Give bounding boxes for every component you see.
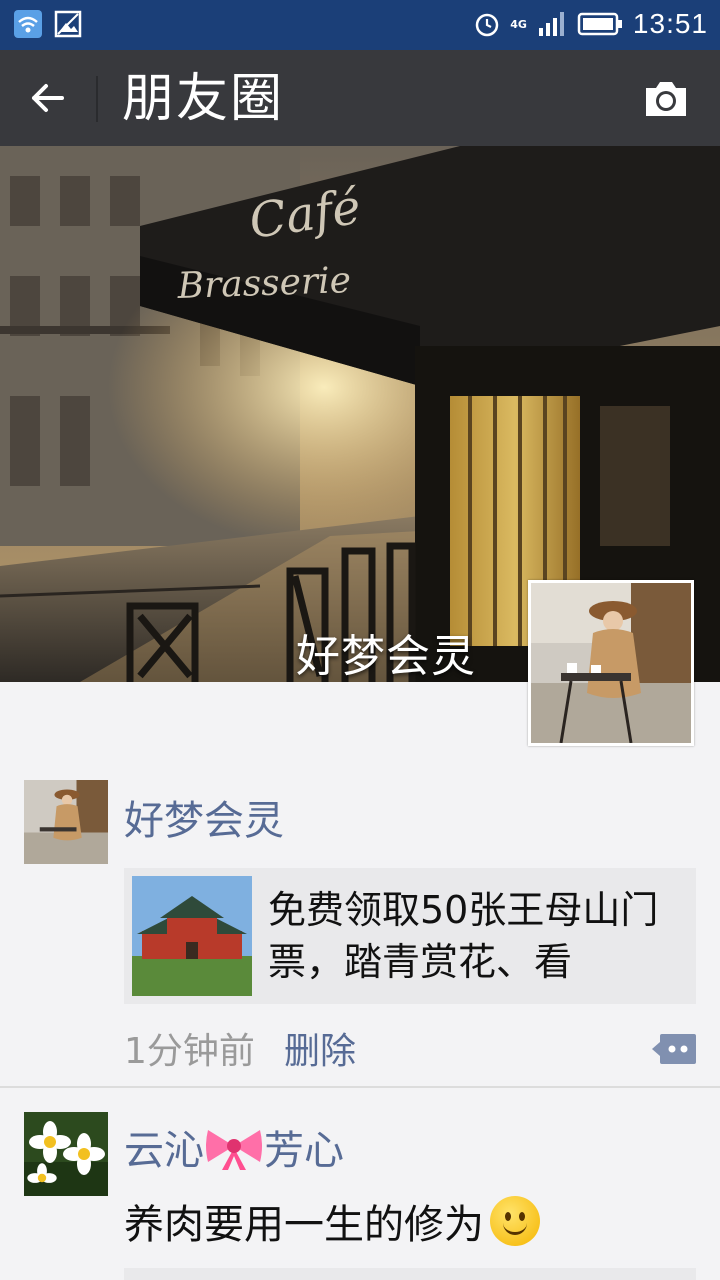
battery-icon <box>577 12 622 36</box>
avatar-image <box>24 1112 108 1196</box>
post-avatar[interactable] <box>24 1112 108 1196</box>
post-divider <box>0 1086 720 1088</box>
wifi-icon <box>14 10 42 38</box>
alarm-icon <box>475 13 499 37</box>
author-name-part2: 芳心 <box>264 1128 344 1174</box>
camera-icon <box>646 82 686 116</box>
author-name-part1: 云沁 <box>124 1128 204 1174</box>
post-time: 1分钟前 <box>124 1031 255 1072</box>
ribbon-emoji-icon <box>206 1130 262 1170</box>
delete-link[interactable]: 删除 <box>284 1022 356 1074</box>
status-bar: 4G 13:51 <box>0 0 720 50</box>
avatar-image <box>24 780 108 864</box>
profile-avatar[interactable] <box>528 580 694 746</box>
page-title: 朋友圈 <box>122 69 285 129</box>
post-avatar[interactable] <box>24 780 108 864</box>
post-text-content: 养肉要用一生的修为 <box>124 1202 484 1248</box>
camera-button[interactable] <box>642 78 690 120</box>
arrow-left-icon <box>32 84 64 112</box>
post-text: 养肉要用一生的修为 <box>124 1192 540 1250</box>
network-type: 4G <box>510 17 527 31</box>
post-author[interactable]: 云沁 芳心 <box>124 1118 344 1176</box>
share-title: 免费领取50张王母山门票，踏青赏花、看 <box>268 888 659 984</box>
comment-icon <box>652 1034 696 1064</box>
title-bar: 朋友圈 <box>0 50 720 146</box>
title-divider <box>96 76 98 122</box>
comment-button[interactable] <box>652 1032 698 1066</box>
avatar-image <box>531 583 691 744</box>
image-icon <box>54 10 82 38</box>
brasserie-sign: Brasserie <box>176 260 352 307</box>
signal-icon <box>538 12 564 36</box>
clock: 13:51 <box>632 8 708 39</box>
back-button[interactable] <box>22 74 74 122</box>
smile-emoji-icon <box>490 1196 540 1246</box>
next-share-card[interactable] <box>124 1268 696 1280</box>
post-author[interactable]: 好梦会灵 <box>124 788 284 846</box>
cover-username: 好梦会灵 <box>296 631 476 682</box>
shared-link-card[interactable]: 免费领取50张王母山门票，踏青赏花、看 <box>124 868 696 1004</box>
share-thumbnail <box>132 876 252 996</box>
